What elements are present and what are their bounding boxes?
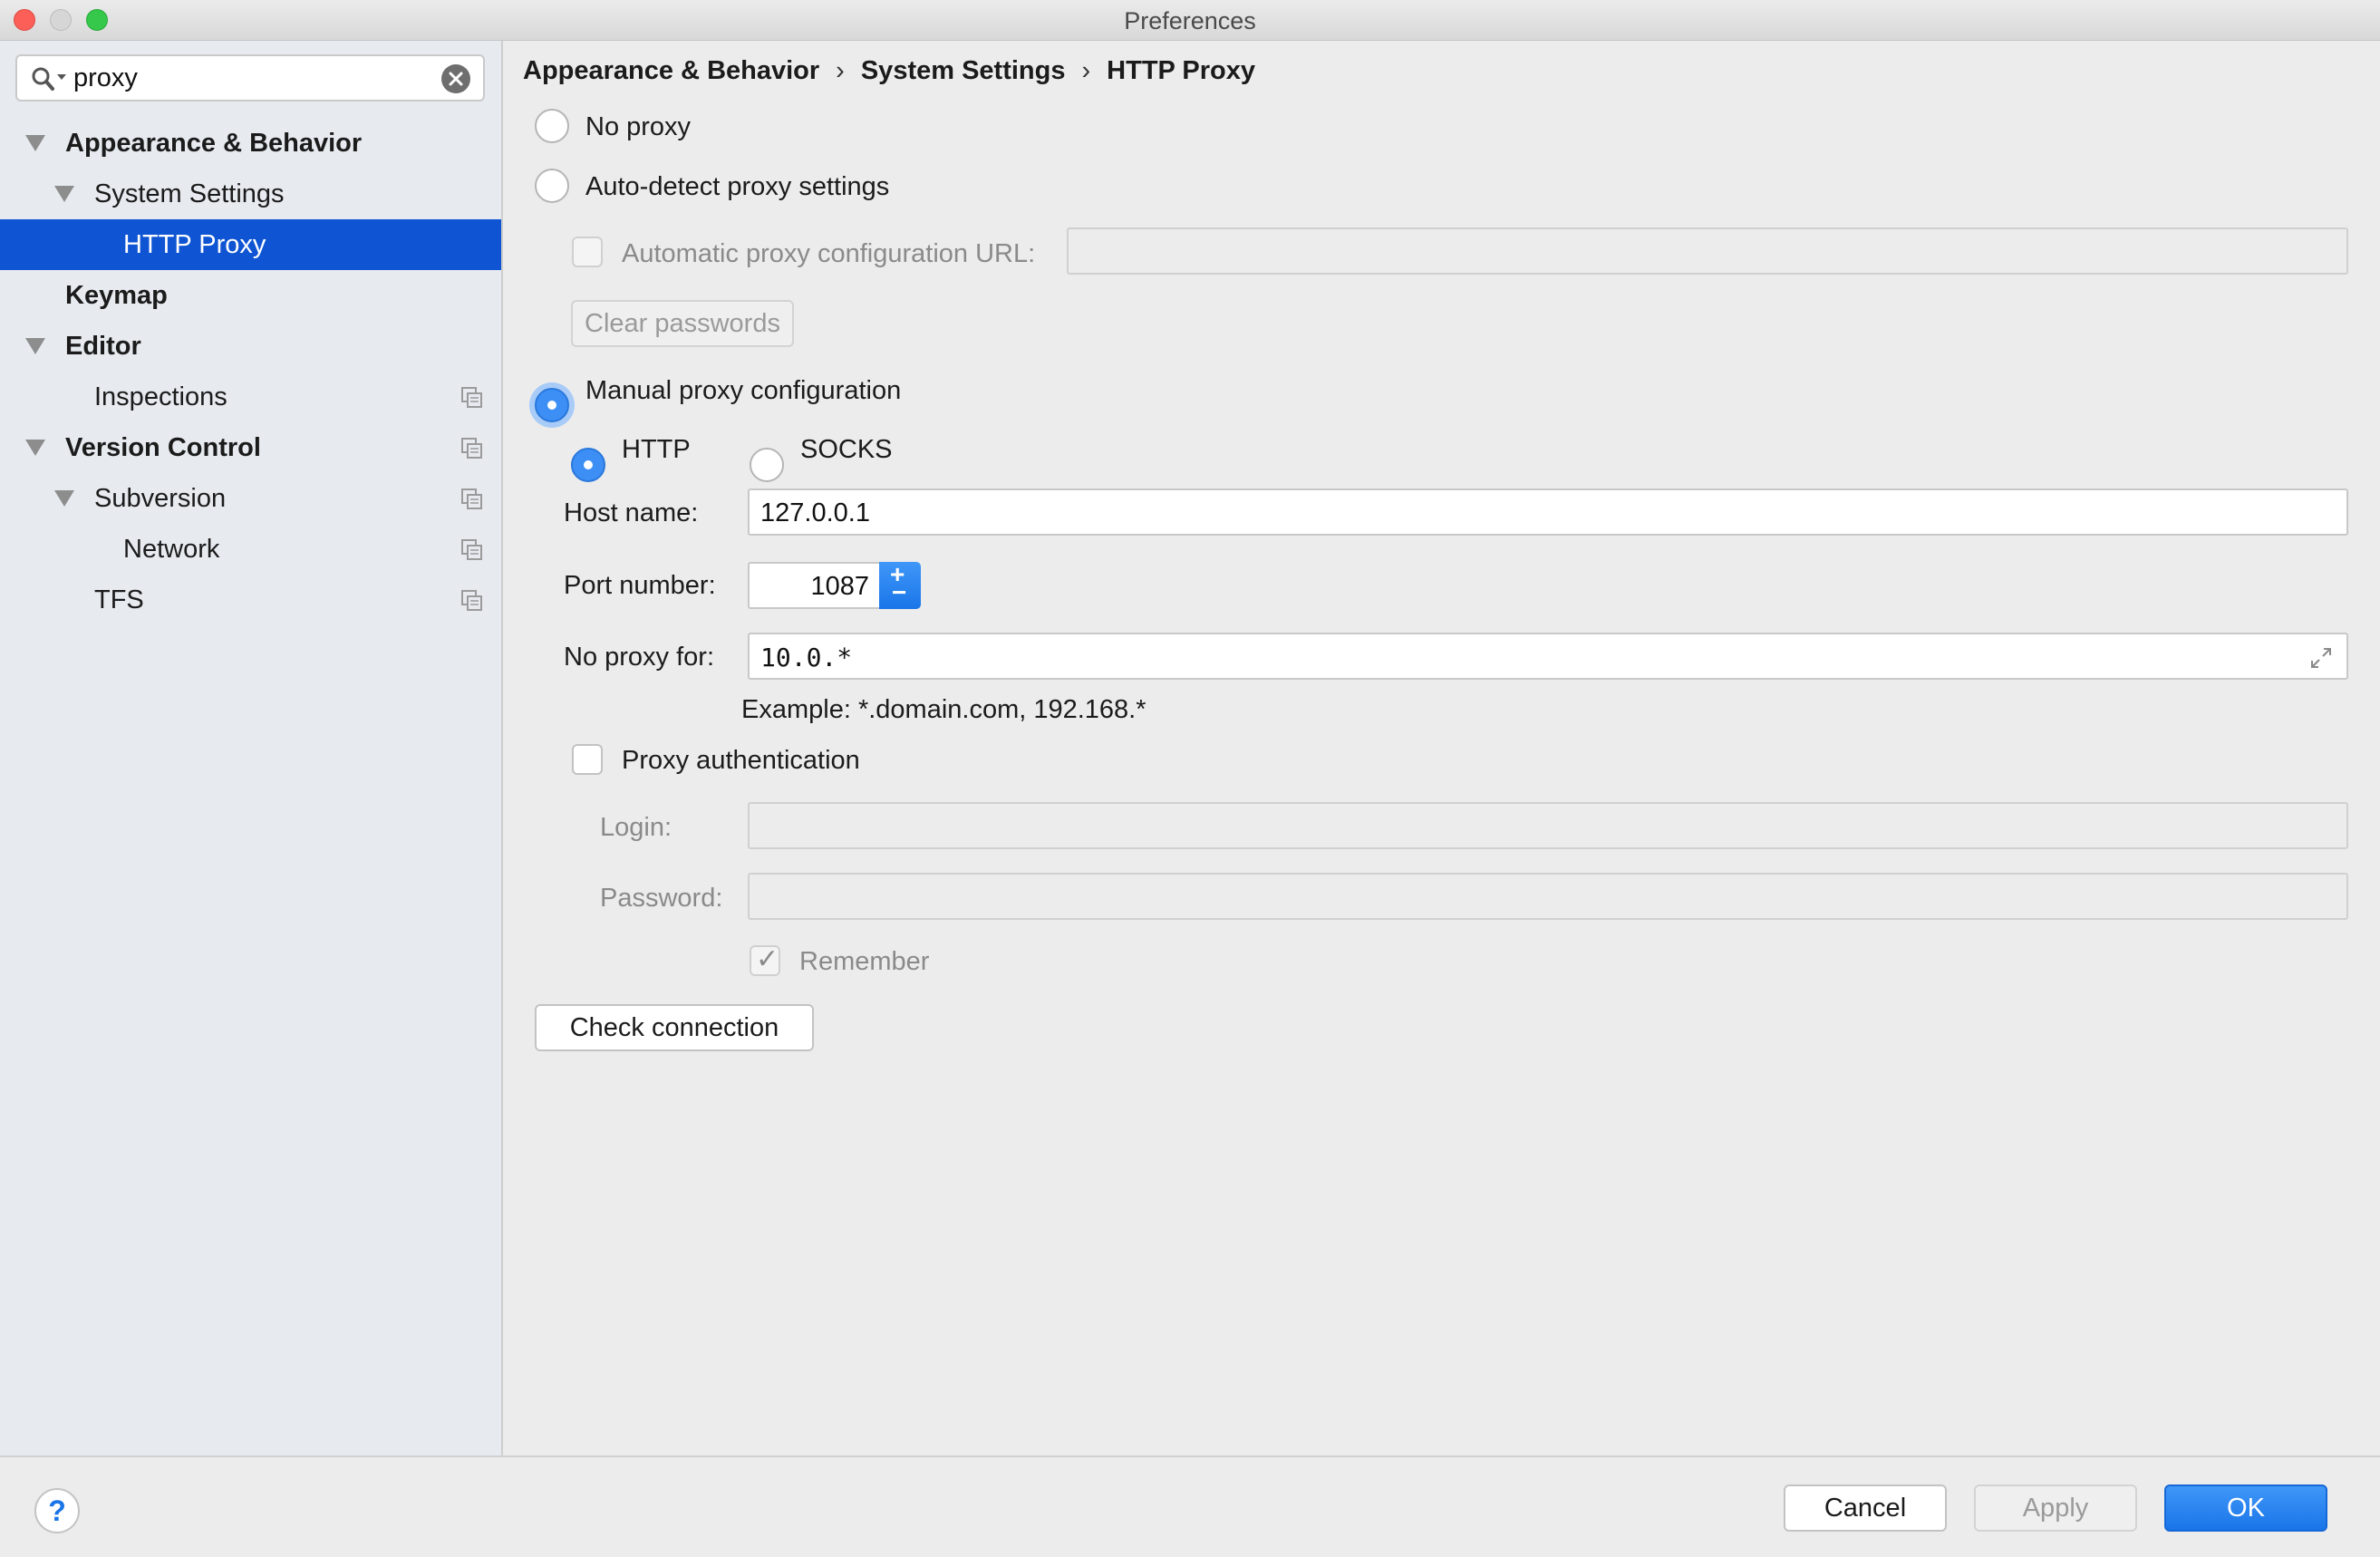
sidebar-item-network[interactable]: Network xyxy=(0,524,501,575)
project-level-icon xyxy=(461,387,482,408)
triangle-down-icon[interactable] xyxy=(54,186,74,202)
sidebar-item-label: Inspections xyxy=(94,382,227,411)
sidebar-item-label: Version Control xyxy=(65,433,261,462)
remember-label[interactable]: Remember xyxy=(799,947,929,977)
host-name-field[interactable]: 127.0.0.1 xyxy=(748,488,2348,536)
settings-content-panel: Appearance & Behavior › System Settings › HT… xyxy=(503,41,2380,1455)
no-proxy-for-field[interactable]: 10.0.* xyxy=(748,633,2348,680)
proxy-authentication-checkbox[interactable] xyxy=(572,744,603,775)
sidebar-item-label: System Settings xyxy=(94,179,285,208)
port-number-value: 1087 xyxy=(810,572,869,601)
triangle-down-icon[interactable] xyxy=(54,490,74,507)
sidebar-item-system-settings[interactable]: System Settings xyxy=(0,169,501,219)
sidebar-item-inspections[interactable]: Inspections xyxy=(0,372,501,422)
breadcrumb-item[interactable]: System Settings xyxy=(861,56,1066,85)
sidebar-item-label: Editor xyxy=(65,332,141,361)
settings-search-box[interactable] xyxy=(15,54,485,102)
breadcrumb: Appearance & Behavior › System Settings › HT… xyxy=(523,56,1255,86)
decrement-icon[interactable]: − xyxy=(892,578,906,607)
clear-passwords-button[interactable]: Clear passwords xyxy=(571,300,794,347)
breadcrumb-item[interactable]: Appearance & Behavior xyxy=(523,56,819,85)
ok-button[interactable]: OK xyxy=(2164,1484,2327,1532)
sidebar-item-version-control[interactable]: Version Control xyxy=(0,422,501,473)
help-button[interactable]: ? xyxy=(34,1488,80,1533)
login-label: Login: xyxy=(600,813,672,842)
auto-config-url-checkbox[interactable] xyxy=(572,237,603,267)
port-number-stepper[interactable]: + − xyxy=(879,560,921,609)
clear-search-icon[interactable] xyxy=(440,63,471,94)
password-label: Password: xyxy=(600,884,723,913)
manual-proxy-radio[interactable] xyxy=(535,388,569,422)
password-field[interactable] xyxy=(748,873,2348,920)
http-radio[interactable] xyxy=(571,448,605,482)
sidebar-item-keymap[interactable]: Keymap xyxy=(0,270,501,321)
sidebar-item-label: Appearance & Behavior xyxy=(65,129,363,158)
sidebar-item-editor[interactable]: Editor xyxy=(0,321,501,372)
manual-proxy-label[interactable]: Manual proxy configuration xyxy=(585,376,901,406)
triangle-down-icon[interactable] xyxy=(25,338,45,354)
check-connection-button[interactable]: Check connection xyxy=(535,1004,814,1051)
project-level-icon xyxy=(461,438,482,459)
socks-label[interactable]: SOCKS xyxy=(800,435,893,465)
sidebar-item-label: Keymap xyxy=(65,281,168,310)
dialog-footer: ? Cancel Apply OK xyxy=(0,1455,2380,1557)
host-name-value: 127.0.0.1 xyxy=(760,498,870,527)
sidebar-item-label: Network xyxy=(123,535,220,564)
apply-button[interactable]: Apply xyxy=(1974,1484,2137,1532)
cancel-button[interactable]: Cancel xyxy=(1784,1484,1947,1532)
port-number-field[interactable]: 1087 xyxy=(748,562,882,609)
remember-checkbox[interactable]: ✓ xyxy=(750,944,780,976)
breadcrumb-separator: › xyxy=(1081,56,1091,85)
sidebar-item-label: Subversion xyxy=(94,484,227,513)
search-icon[interactable] xyxy=(30,65,70,92)
breadcrumb-separator: › xyxy=(836,56,845,85)
login-field[interactable] xyxy=(748,802,2348,849)
project-level-icon xyxy=(461,488,482,509)
sidebar-item-label: HTTP Proxy xyxy=(123,230,266,259)
window-title: Preferences xyxy=(1124,7,1256,34)
sidebar-item-label: TFS xyxy=(94,585,144,614)
breadcrumb-item: HTTP Proxy xyxy=(1107,56,1256,85)
no-proxy-for-label: No proxy for: xyxy=(564,643,714,672)
proxy-authentication-label[interactable]: Proxy authentication xyxy=(622,746,860,776)
checkmark-icon: ✓ xyxy=(756,944,779,974)
search-input[interactable] xyxy=(73,62,436,94)
auto-config-url-label: Automatic proxy configuration URL: xyxy=(622,239,1036,268)
triangle-down-icon[interactable] xyxy=(25,440,45,456)
no-proxy-for-value: 10.0.* xyxy=(760,643,853,672)
no-proxy-example-text: Example: *.domain.com, 192.168.* xyxy=(741,695,1146,724)
no-proxy-radio[interactable] xyxy=(535,109,569,143)
auto-config-url-field[interactable] xyxy=(1067,227,2348,275)
socks-radio[interactable] xyxy=(750,448,784,482)
sidebar-item-tfs[interactable]: TFS xyxy=(0,575,501,625)
auto-detect-label[interactable]: Auto-detect proxy settings xyxy=(585,172,889,202)
port-number-label: Port number: xyxy=(564,571,716,600)
preferences-window: Preferences Appearance & Behavior System… xyxy=(0,0,2380,1557)
http-label[interactable]: HTTP xyxy=(622,435,691,465)
sidebar-item-subversion[interactable]: Subversion xyxy=(0,473,501,524)
no-proxy-label[interactable]: No proxy xyxy=(585,112,691,142)
project-level-icon xyxy=(461,539,482,560)
sidebar-item-appearance-behavior[interactable]: Appearance & Behavior xyxy=(0,118,501,169)
auto-detect-radio[interactable] xyxy=(535,169,569,203)
sidebar-item-http-proxy[interactable]: HTTP Proxy xyxy=(0,219,501,270)
expand-icon[interactable] xyxy=(2307,643,2336,672)
host-name-label: Host name: xyxy=(564,498,699,527)
title-bar: Preferences xyxy=(0,0,2380,41)
triangle-down-icon[interactable] xyxy=(25,135,45,151)
project-level-icon xyxy=(461,590,482,611)
settings-sidebar: Appearance & Behavior System Settings HT… xyxy=(0,41,503,1455)
